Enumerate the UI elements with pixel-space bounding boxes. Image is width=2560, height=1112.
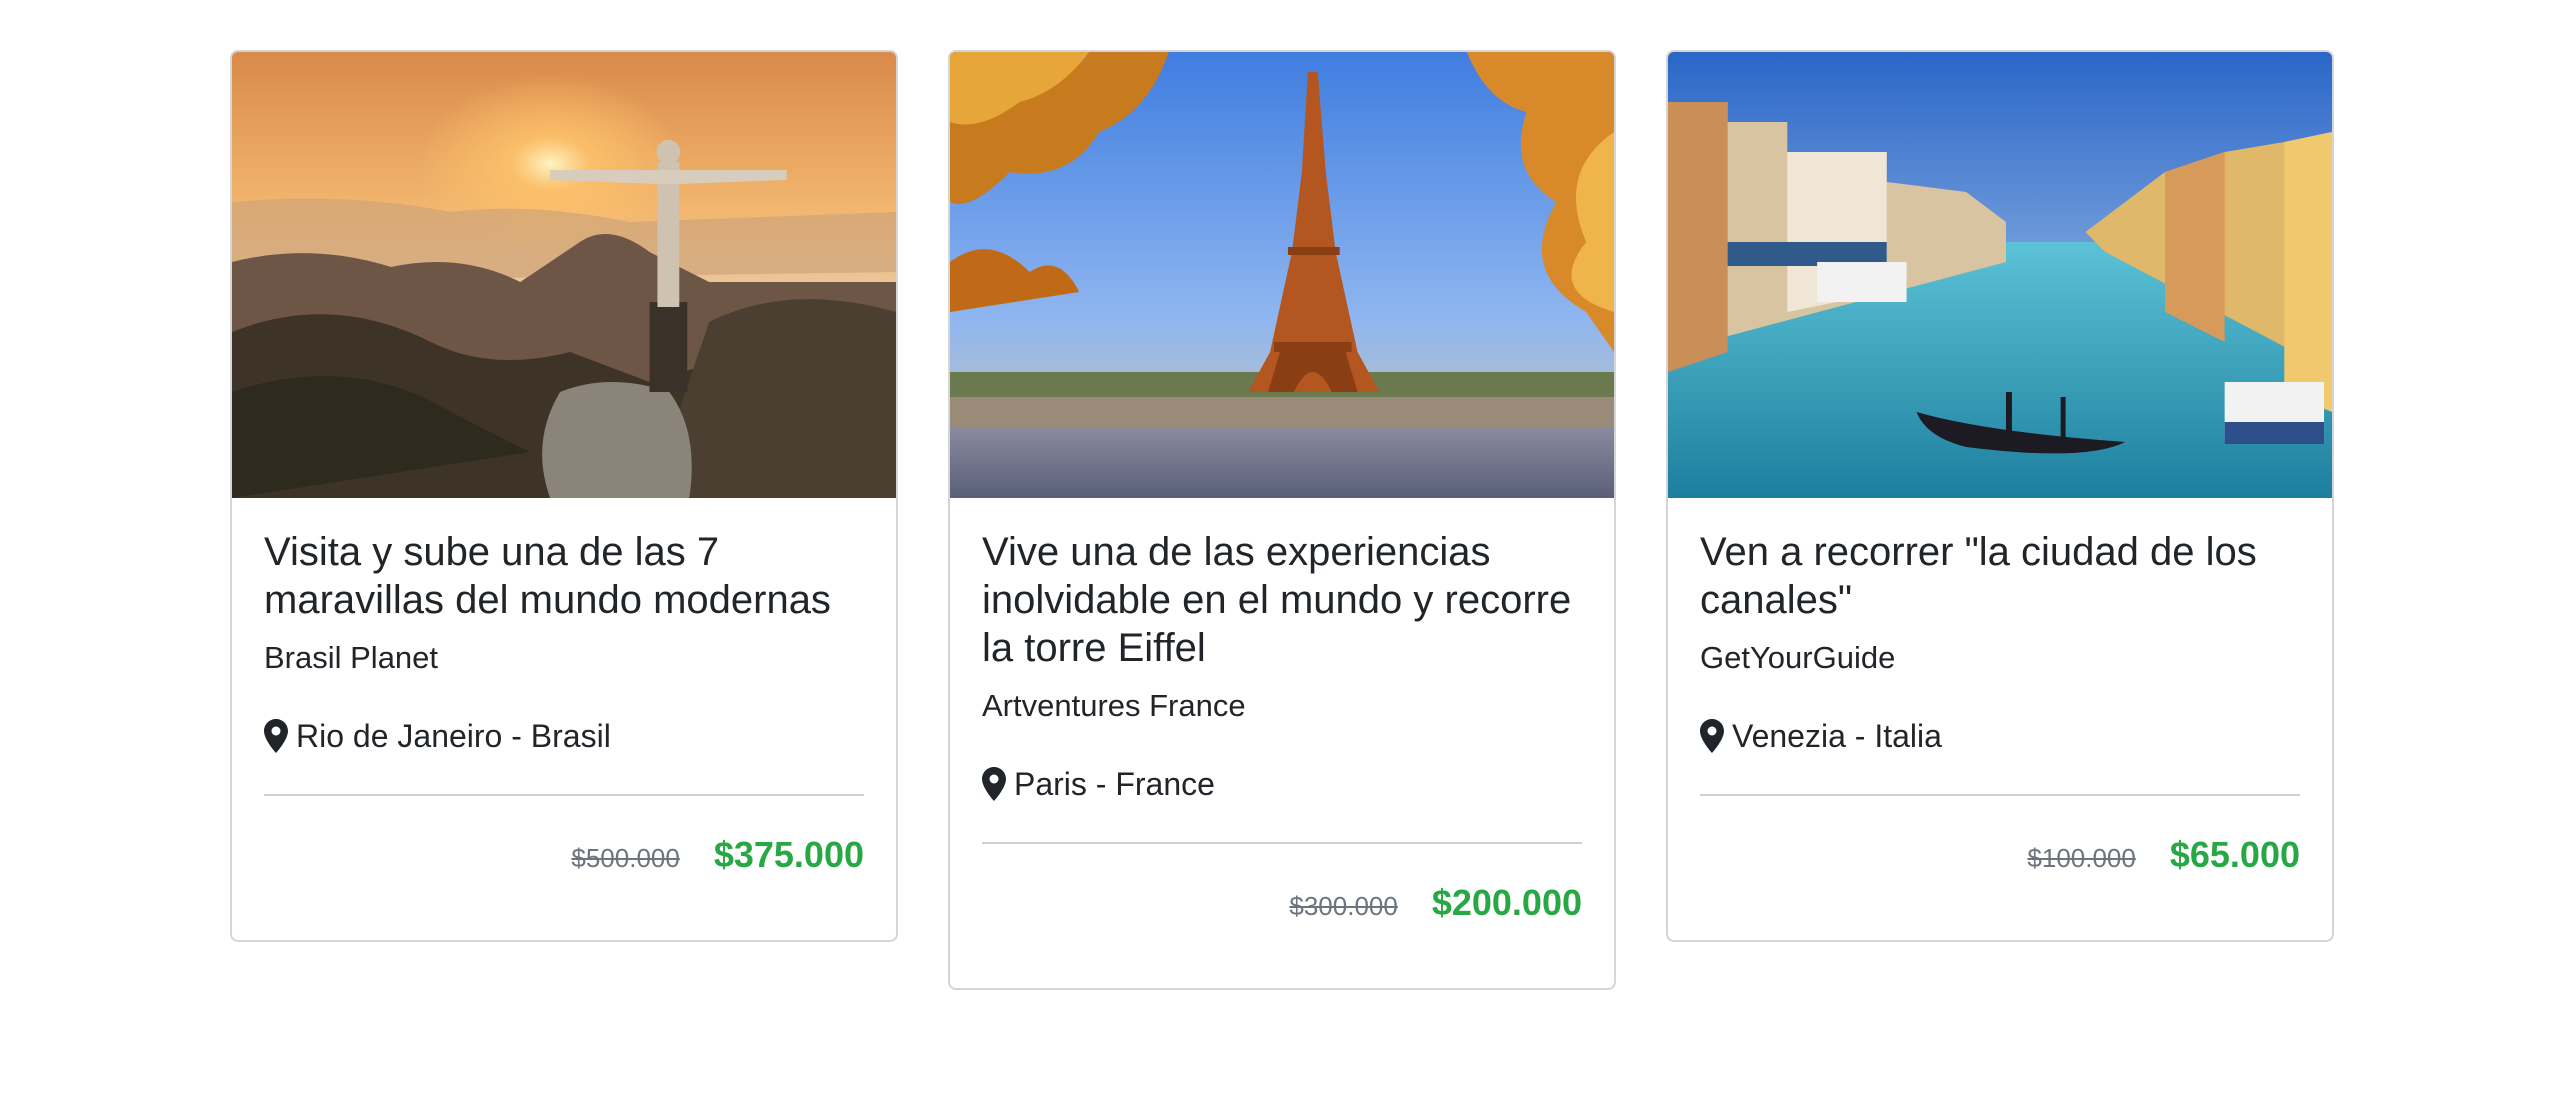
price-row: $300.000 $200.000 xyxy=(982,882,1582,924)
tour-title[interactable]: Visita y sube una de las 7 maravillas de… xyxy=(264,528,864,624)
tour-location-label: Rio de Janeiro - Brasil xyxy=(296,718,611,754)
tour-title[interactable]: Ven a recorrer "la ciudad de los canales… xyxy=(1700,528,2300,624)
tour-card-venezia[interactable]: Ven a recorrer "la ciudad de los canales… xyxy=(1666,50,2334,942)
price-row: $500.000 $375.000 xyxy=(264,834,864,876)
old-price: $500.000 xyxy=(571,843,680,873)
tour-image-venezia[interactable] xyxy=(1668,52,2332,498)
tour-location-label: Venezia - Italia xyxy=(1732,718,1942,754)
old-price: $100.000 xyxy=(2027,843,2136,873)
current-price: $65.000 xyxy=(2169,834,2300,875)
tour-location-label: Paris - France xyxy=(1014,766,1215,802)
tour-title[interactable]: Vive una de las experiencias inolvidable… xyxy=(982,528,1582,672)
tour-provider: Brasil Planet xyxy=(264,640,439,675)
tour-card-rio[interactable]: Visita y sube una de las 7 maravillas de… xyxy=(230,50,898,942)
card-divider xyxy=(264,794,864,796)
map-marker-icon xyxy=(982,767,1006,801)
tour-cards-row: Visita y sube una de las 7 maravillas de… xyxy=(230,50,2334,990)
tour-location: Rio de Janeiro - Brasil xyxy=(264,716,864,756)
tour-card-paris[interactable]: Vive una de las experiencias inolvidable… xyxy=(948,50,1616,990)
tour-provider: Artventures France xyxy=(982,688,1246,723)
map-marker-icon xyxy=(264,719,288,753)
current-price: $375.000 xyxy=(713,834,864,875)
map-marker-icon xyxy=(1700,719,1724,753)
card-divider xyxy=(982,842,1582,844)
tour-provider: GetYourGuide xyxy=(1700,640,1896,675)
price-row: $100.000 $65.000 xyxy=(1700,834,2300,876)
tour-image-paris[interactable] xyxy=(950,52,1614,498)
tour-image-rio[interactable] xyxy=(232,52,896,498)
rio-photo xyxy=(232,52,896,498)
venezia-photo xyxy=(1668,52,2332,498)
paris-photo xyxy=(950,52,1614,498)
card-divider xyxy=(1700,794,2300,796)
old-price: $300.000 xyxy=(1289,891,1398,921)
current-price: $200.000 xyxy=(1431,882,1582,923)
tour-location: Paris - France xyxy=(982,764,1582,804)
tour-location: Venezia - Italia xyxy=(1700,716,2300,756)
